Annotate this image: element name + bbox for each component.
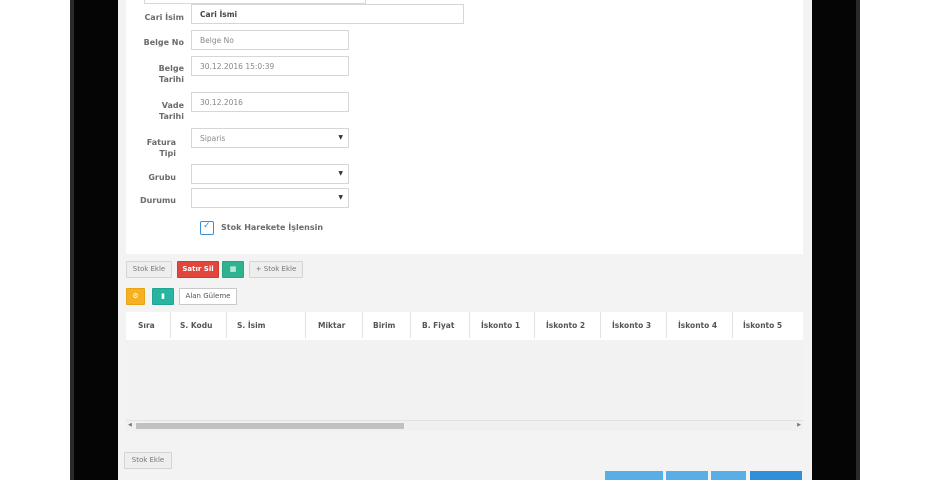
- column-header[interactable]: Birim: [373, 321, 395, 330]
- settings-icon: ⚙: [132, 292, 139, 300]
- grubu-label: Grubu: [148, 173, 176, 182]
- column-header[interactable]: S. Kodu: [180, 321, 212, 330]
- belge-no-input[interactable]: Belge No: [191, 30, 349, 50]
- vade-tarihi-label: Vade Tarihi: [132, 100, 184, 122]
- fatura-tipi-label-line-1: Fatura: [146, 138, 176, 147]
- vade-tarihi-label-line-1: Vade: [161, 101, 184, 110]
- footer-action-button[interactable]: [605, 471, 663, 480]
- column-divider: [170, 312, 171, 338]
- belge-tarihi-label: Belge Tarihi: [132, 63, 184, 85]
- grid-button[interactable]: ▦: [222, 261, 244, 278]
- column-divider: [226, 312, 227, 338]
- belge-no-label: Belge No: [143, 38, 184, 47]
- column-divider: [732, 312, 733, 338]
- stock-table-header: Sıra S. Kodu S. İsim Miktar Birim B. Fiy…: [126, 312, 803, 342]
- column-divider: [534, 312, 535, 338]
- dropdown-arrow-icon: ▼: [338, 134, 343, 141]
- chart-icon: ▮: [161, 292, 165, 300]
- stock-table-body: [126, 340, 803, 420]
- fatura-tipi-value: Siparis: [200, 134, 226, 143]
- device-bezel-left-edge: [70, 0, 74, 480]
- device-bezel-left: [70, 0, 120, 480]
- footer-primary-button[interactable]: [750, 471, 802, 480]
- fatura-tipi-label: Fatura Tipi: [124, 137, 176, 159]
- column-header[interactable]: İskonto 2: [546, 321, 585, 330]
- column-divider: [362, 312, 363, 338]
- column-divider: [469, 312, 470, 338]
- column-header[interactable]: S. İsim: [237, 321, 266, 330]
- device-bezel-right-edge: [856, 0, 860, 480]
- grubu-select[interactable]: ▼: [191, 164, 349, 184]
- vade-tarihi-label-line-2: Tarihi: [159, 112, 184, 121]
- footer-stok-ekle-button[interactable]: Stok Ekle: [124, 452, 172, 469]
- durumu-select[interactable]: ▼: [191, 188, 349, 208]
- column-header[interactable]: İskonto 1: [481, 321, 520, 330]
- check-icon: ✓: [203, 221, 211, 231]
- durumu-label: Durumu: [139, 196, 176, 205]
- stok-ekle-button[interactable]: Stok Ekle: [126, 261, 172, 278]
- invoice-form-panel: Cari İsim Cari İsmi Belge No Belge No Be…: [126, 0, 803, 254]
- scroll-left-icon[interactable]: ◀: [128, 422, 132, 428]
- stok-harekete-checkbox[interactable]: ✓: [200, 221, 214, 235]
- grid-icon: ▦: [229, 265, 237, 273]
- fatura-tipi-label-line-2: Tipi: [159, 149, 176, 158]
- column-header[interactable]: Miktar: [318, 321, 345, 330]
- footer-action-button[interactable]: [711, 471, 746, 480]
- vade-tarihi-input[interactable]: 30.12.2016: [191, 92, 349, 112]
- table-horizontal-scrollbar[interactable]: ◀ ▶: [126, 420, 803, 431]
- cari-isim-label: Cari İsim: [144, 13, 184, 22]
- scroll-right-icon[interactable]: ▶: [797, 422, 801, 428]
- cari-isim-input[interactable]: Cari İsmi: [191, 4, 464, 24]
- column-header[interactable]: İskonto 4: [678, 321, 717, 330]
- column-divider: [305, 312, 306, 338]
- dropdown-arrow-icon: ▼: [338, 170, 343, 177]
- column-header[interactable]: Sıra: [138, 321, 155, 330]
- column-divider: [600, 312, 601, 338]
- app-screen: Cari İsim Cari İsmi Belge No Belge No Be…: [118, 0, 812, 480]
- alan-guleme-button[interactable]: Alan Güleme: [179, 288, 237, 305]
- column-divider: [410, 312, 411, 338]
- add-stock-button[interactable]: + Stok Ekle: [249, 261, 303, 278]
- device-bezel-right: [810, 0, 860, 480]
- scrollbar-thumb[interactable]: [136, 423, 404, 429]
- column-header[interactable]: İskonto 3: [612, 321, 651, 330]
- footer-action-button[interactable]: [666, 471, 708, 480]
- settings-button[interactable]: ⚙: [126, 288, 145, 305]
- belge-tarihi-input[interactable]: 30.12.2016 15:0:39: [191, 56, 349, 76]
- stok-harekete-label: Stok Harekete İşlensin: [221, 223, 324, 232]
- column-header[interactable]: İskonto 5: [743, 321, 782, 330]
- column-header[interactable]: B. Fiyat: [422, 321, 454, 330]
- belge-tarihi-label-line-2: Tarihi: [159, 75, 184, 84]
- column-divider: [666, 312, 667, 338]
- dropdown-arrow-icon: ▼: [338, 194, 343, 201]
- fatura-tipi-select[interactable]: Siparis ▼: [191, 128, 349, 148]
- chart-button[interactable]: ▮: [152, 288, 174, 305]
- belge-tarihi-label-line-1: Belge: [158, 64, 184, 73]
- satir-sil-button[interactable]: Satır Sil: [177, 261, 219, 278]
